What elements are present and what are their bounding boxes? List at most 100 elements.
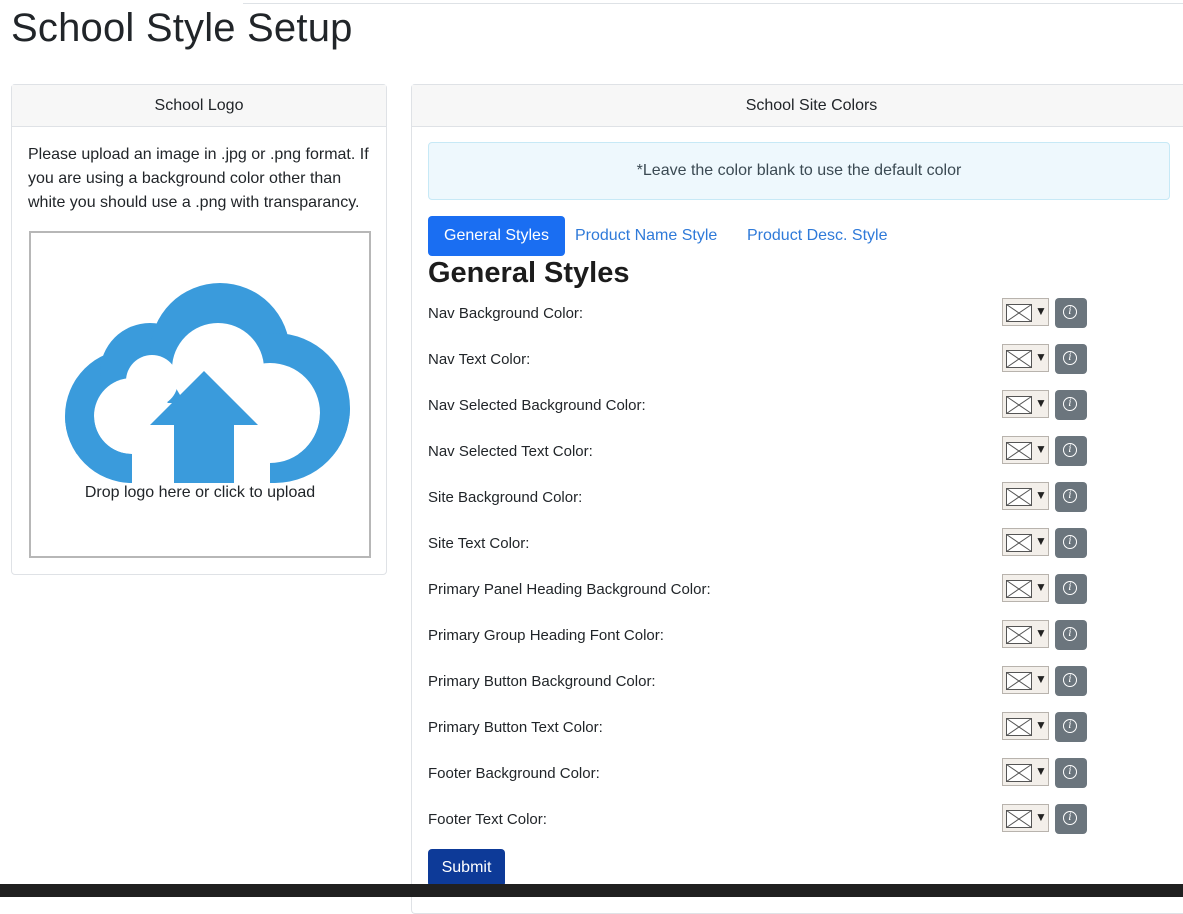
info-button[interactable]: i bbox=[1055, 758, 1087, 788]
info-button[interactable]: i bbox=[1055, 620, 1087, 650]
color-field-row: Nav Text Color: ▼ i bbox=[428, 344, 1088, 374]
info-button[interactable]: i bbox=[1055, 344, 1087, 374]
info-icon: i bbox=[1063, 811, 1077, 825]
default-color-alert: *Leave the color blank to use the defaul… bbox=[428, 142, 1170, 200]
color-picker[interactable]: ▼ bbox=[1002, 482, 1049, 510]
color-field-label: Primary Button Background Color: bbox=[428, 673, 656, 690]
school-logo-card: School Logo Please upload an image in .j… bbox=[11, 84, 387, 575]
info-button[interactable]: i bbox=[1055, 804, 1087, 834]
tab-product-name-style[interactable]: Product Name Style bbox=[559, 216, 733, 256]
chevron-down-icon: ▼ bbox=[1035, 580, 1047, 594]
color-field-label: Footer Background Color: bbox=[428, 765, 600, 782]
color-picker[interactable]: ▼ bbox=[1002, 758, 1049, 786]
chevron-down-icon: ▼ bbox=[1035, 442, 1047, 456]
color-picker[interactable]: ▼ bbox=[1002, 666, 1049, 694]
school-site-colors-card: School Site Colors *Leave the color blan… bbox=[411, 84, 1183, 914]
section-title: General Styles bbox=[428, 257, 630, 289]
info-button[interactable]: i bbox=[1055, 574, 1087, 604]
info-icon: i bbox=[1063, 719, 1077, 733]
color-field-label: Nav Selected Background Color: bbox=[428, 397, 646, 414]
color-picker[interactable]: ▼ bbox=[1002, 620, 1049, 648]
color-picker[interactable]: ▼ bbox=[1002, 574, 1049, 602]
info-icon: i bbox=[1063, 765, 1077, 779]
empty-color-icon bbox=[1006, 442, 1032, 460]
color-picker[interactable]: ▼ bbox=[1002, 436, 1049, 464]
color-field-row: Footer Background Color: ▼ i bbox=[428, 758, 1088, 788]
logo-card-header: School Logo bbox=[12, 85, 386, 127]
color-field-row: Site Background Color: ▼ i bbox=[428, 482, 1088, 512]
info-icon: i bbox=[1063, 397, 1077, 411]
info-button[interactable]: i bbox=[1055, 298, 1087, 328]
color-field-row: Site Text Color: ▼ i bbox=[428, 528, 1088, 558]
color-field-label: Nav Background Color: bbox=[428, 305, 584, 322]
empty-color-icon bbox=[1006, 580, 1032, 598]
chevron-down-icon: ▼ bbox=[1035, 672, 1047, 686]
color-field-row: Primary Button Text Color: ▼ i bbox=[428, 712, 1088, 742]
top-divider bbox=[243, 3, 1183, 4]
info-icon: i bbox=[1063, 443, 1077, 457]
chevron-down-icon: ▼ bbox=[1035, 350, 1047, 364]
cloud-upload-icon bbox=[50, 283, 350, 483]
logo-instructions: Please upload an image in .jpg or .png f… bbox=[28, 146, 369, 211]
info-icon: i bbox=[1063, 351, 1077, 365]
color-picker[interactable]: ▼ bbox=[1002, 390, 1049, 418]
chevron-down-icon: ▼ bbox=[1035, 534, 1047, 548]
info-button[interactable]: i bbox=[1055, 390, 1087, 420]
chevron-down-icon: ▼ bbox=[1035, 810, 1047, 824]
color-field-label: Site Background Color: bbox=[428, 489, 583, 506]
color-field-row: Nav Background Color: ▼ i bbox=[428, 298, 1088, 328]
chevron-down-icon: ▼ bbox=[1035, 488, 1047, 502]
color-field-row: Primary Group Heading Font Color: ▼ i bbox=[428, 620, 1088, 650]
info-icon: i bbox=[1063, 673, 1077, 687]
dropzone-label: Drop logo here or click to upload bbox=[84, 484, 316, 501]
tab-product-desc-style[interactable]: Product Desc. Style bbox=[731, 216, 904, 256]
colors-card-header: School Site Colors bbox=[412, 85, 1183, 127]
color-field-label: Primary Button Text Color: bbox=[428, 719, 603, 736]
info-button[interactable]: i bbox=[1055, 666, 1087, 696]
chevron-down-icon: ▼ bbox=[1035, 626, 1047, 640]
chevron-down-icon: ▼ bbox=[1035, 718, 1047, 732]
empty-color-icon bbox=[1006, 304, 1032, 322]
info-icon: i bbox=[1063, 489, 1077, 503]
color-field-label: Footer Text Color: bbox=[428, 811, 547, 828]
color-field-row: Primary Panel Heading Background Color: ▼… bbox=[428, 574, 1088, 604]
color-field-label: Nav Text Color: bbox=[428, 351, 531, 368]
color-picker[interactable]: ▼ bbox=[1002, 344, 1049, 372]
empty-color-icon bbox=[1006, 534, 1032, 552]
color-picker[interactable]: ▼ bbox=[1002, 298, 1049, 326]
color-field-label: Site Text Color: bbox=[428, 535, 530, 552]
info-button[interactable]: i bbox=[1055, 528, 1087, 558]
color-field-label: Primary Panel Heading Background Color: bbox=[428, 581, 711, 598]
color-field-row: Nav Selected Text Color: ▼ i bbox=[428, 436, 1088, 466]
chevron-down-icon: ▼ bbox=[1035, 396, 1047, 410]
info-button[interactable]: i bbox=[1055, 436, 1087, 466]
color-picker[interactable]: ▼ bbox=[1002, 528, 1049, 556]
chevron-down-icon: ▼ bbox=[1035, 304, 1047, 318]
chevron-down-icon: ▼ bbox=[1035, 764, 1047, 778]
color-field-row: Nav Selected Background Color: ▼ i bbox=[428, 390, 1088, 420]
page-title: School Style Setup bbox=[11, 6, 353, 50]
info-icon: i bbox=[1063, 581, 1077, 595]
empty-color-icon bbox=[1006, 350, 1032, 368]
logo-dropzone[interactable]: Drop logo here or click to upload bbox=[29, 231, 371, 558]
color-field-label: Nav Selected Text Color: bbox=[428, 443, 593, 460]
info-button[interactable]: i bbox=[1055, 712, 1087, 742]
submit-button[interactable]: Submit bbox=[428, 849, 505, 887]
color-field-label: Primary Group Heading Font Color: bbox=[428, 627, 664, 644]
color-field-row: Footer Text Color: ▼ i bbox=[428, 804, 1088, 834]
empty-color-icon bbox=[1006, 626, 1032, 644]
info-button[interactable]: i bbox=[1055, 482, 1087, 512]
color-picker[interactable]: ▼ bbox=[1002, 804, 1049, 832]
info-icon: i bbox=[1063, 627, 1077, 641]
empty-color-icon bbox=[1006, 488, 1032, 506]
empty-color-icon bbox=[1006, 672, 1032, 690]
color-picker[interactable]: ▼ bbox=[1002, 712, 1049, 740]
taskbar bbox=[0, 884, 1183, 897]
info-icon: i bbox=[1063, 305, 1077, 319]
empty-color-icon bbox=[1006, 718, 1032, 736]
info-icon: i bbox=[1063, 535, 1077, 549]
tab-general-styles[interactable]: General Styles bbox=[428, 216, 565, 256]
empty-color-icon bbox=[1006, 396, 1032, 414]
empty-color-icon bbox=[1006, 764, 1032, 782]
color-field-row: Primary Button Background Color: ▼ i bbox=[428, 666, 1088, 696]
